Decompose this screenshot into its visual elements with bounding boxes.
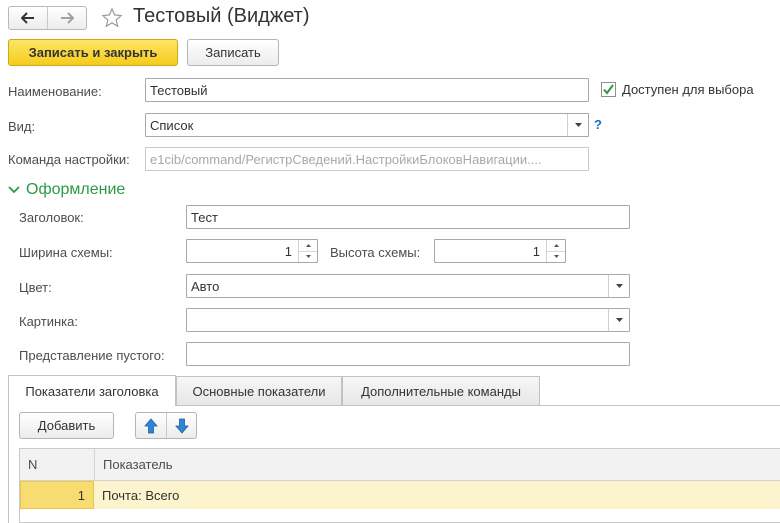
save-button[interactable]: Записать [187,39,279,66]
view-select-value: Список [150,117,194,133]
command-field[interactable]: e1cib/command/РегистрСведений.НастройкиБ… [145,147,589,171]
picture-label: Картинка: [19,314,78,329]
available-label: Доступен для выбора [622,82,754,97]
stepper-up[interactable] [299,240,317,251]
indicators-table: N Показатель 1 Почта: Всего [19,448,780,523]
command-field-value: e1cib/command/РегистрСведений.НастройкиБ… [150,151,542,167]
cell-n[interactable]: 1 [20,481,94,509]
chevron-down-icon [574,122,582,127]
name-label: Наименование: [8,84,102,99]
caret-up-icon [305,243,311,247]
color-select[interactable]: Авто [186,274,630,298]
favorite-button[interactable] [98,4,126,32]
chevron-down-icon [8,186,20,194]
header-label: Заголовок: [19,210,84,225]
table-row[interactable]: 1 Почта: Всего [20,481,780,509]
arrow-left-icon [21,12,34,24]
view-label: Вид: [8,119,36,134]
command-label: Команда настройки: [8,152,130,167]
forward-button[interactable] [47,7,86,29]
back-button[interactable] [9,7,47,29]
section-title: Оформление [26,181,126,198]
stepper-up[interactable] [547,240,565,251]
empty-repr-label: Представление пустого: [19,348,165,363]
height-field[interactable]: 1 [434,239,566,263]
stepper-down[interactable] [299,250,317,263]
move-buttons [135,412,197,439]
help-link[interactable]: ? [594,117,602,132]
add-button[interactable]: Добавить [19,412,114,439]
tab-additional-commands[interactable]: Дополнительные команды [342,376,540,406]
width-field-value: 1 [284,244,292,259]
navigation-buttons [8,6,87,30]
width-stepper[interactable] [298,240,317,262]
view-select[interactable]: Список [145,113,589,137]
color-label: Цвет: [19,280,52,295]
star-icon [101,7,123,28]
caret-up-icon [553,243,559,247]
cell-indicator[interactable]: Почта: Всего [94,481,780,509]
caret-down-icon [305,255,311,259]
column-header-indicator[interactable]: Показатель [94,449,780,480]
width-field[interactable]: 1 [186,239,318,263]
stepper-down[interactable] [547,250,565,263]
window-title: Тестовый (Виджет) [133,5,310,27]
design-section-header[interactable]: Оформление [8,181,125,199]
height-field-value: 1 [532,244,540,259]
chevron-down-icon [615,283,623,288]
height-label: Высота схемы: [330,245,421,260]
arrow-down-icon [174,418,189,434]
header-field[interactable]: Тест [186,205,630,229]
checkbox-box[interactable] [601,82,616,97]
picture-select[interactable] [186,308,630,332]
tab-header-indicators[interactable]: Показатели заголовка [8,375,176,406]
arrow-up-icon [144,417,158,433]
height-stepper[interactable] [546,240,565,262]
move-up-button[interactable] [136,413,166,438]
empty-repr-field[interactable] [186,342,630,366]
chevron-down-icon [615,317,623,322]
checkmark-icon [603,84,614,95]
width-label: Ширина схемы: [19,245,113,260]
picture-dropdown-button[interactable] [608,309,629,331]
color-dropdown-button[interactable] [608,275,629,297]
name-field[interactable]: Тестовый [145,78,589,102]
color-select-value: Авто [191,278,220,294]
move-down-button[interactable] [166,413,196,438]
caret-down-icon [553,255,559,259]
header-field-value: Тест [191,209,218,225]
tab-main-indicators[interactable]: Основные показатели [176,376,342,406]
column-header-n[interactable]: N [20,449,94,480]
name-field-value: Тестовый [150,82,208,98]
arrow-right-icon [61,12,74,24]
save-and-close-button[interactable]: Записать и закрыть [8,39,178,66]
view-dropdown-button[interactable] [567,114,588,136]
table-header: N Показатель [20,449,780,481]
available-checkbox[interactable]: Доступен для выбора [601,82,754,97]
